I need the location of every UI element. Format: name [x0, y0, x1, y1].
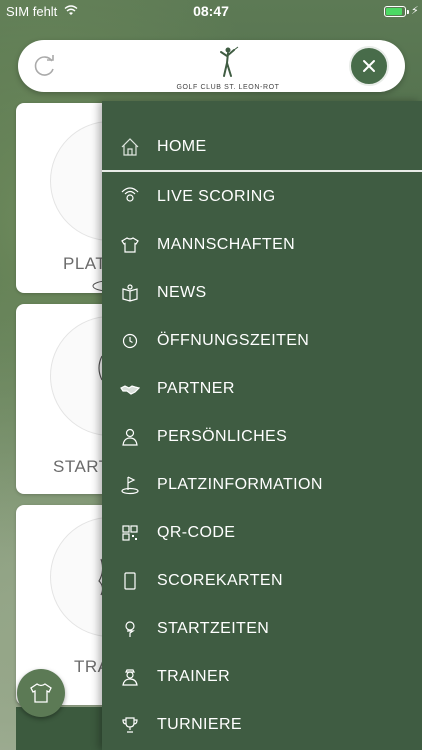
- shirt-icon: [121, 237, 139, 253]
- close-menu-button[interactable]: [349, 46, 389, 86]
- tee-icon: [125, 621, 135, 637]
- handshake-icon: [120, 385, 140, 395]
- qr-code-icon: [122, 525, 138, 541]
- charging-icon: ⚡: [411, 5, 419, 17]
- menu-label-live-scoring: LIVE SCORING: [157, 188, 276, 205]
- club-logo: GOLF CLUB ST. LEON-ROT: [168, 46, 288, 91]
- golfer-logo-icon: [220, 46, 239, 77]
- menu-label-startzeiten: STARTZEITEN: [157, 620, 270, 637]
- menu-label-oeffnungszeiten: ÖFFNUNGSZEITEN: [157, 332, 310, 349]
- menu-item-mannschaften[interactable]: MANNSCHAFTEN: [102, 221, 422, 269]
- menu-label-home: HOME: [157, 138, 207, 155]
- card-label: PLAT: [63, 254, 107, 273]
- battery-level: [386, 8, 403, 15]
- clock-icon: [122, 333, 138, 349]
- scorecard-icon: [124, 572, 136, 590]
- menu-item-partner[interactable]: PARTNER: [102, 365, 422, 413]
- menu-label-qr-code: QR-CODE: [157, 524, 236, 541]
- menu-item-news[interactable]: NEWS: [102, 269, 422, 317]
- menu-label-turniere: TURNIERE: [157, 716, 242, 733]
- live-scoring-icon: [121, 187, 139, 202]
- menu-item-platzinformation[interactable]: PLATZINFORMATION: [102, 461, 422, 509]
- trainer-icon: [122, 669, 138, 686]
- menu-label-persoenliches: PERSÖNLICHES: [157, 428, 288, 445]
- battery-icon: [384, 6, 409, 17]
- side-menu: HOME LIVE SCORING MANNSCHAFTEN NEWS ÖFFN…: [102, 101, 422, 750]
- menu-item-startzeiten[interactable]: STARTZEITEN: [102, 605, 422, 653]
- menu-item-qr-code[interactable]: QR-CODE: [102, 509, 422, 557]
- menu-item-persoenliches[interactable]: PERSÖNLICHES: [102, 413, 422, 461]
- close-icon: [363, 60, 375, 72]
- club-name: GOLF CLUB ST. LEON-ROT: [176, 84, 280, 91]
- status-bar: SIM fehlt 08:47 ⚡: [0, 0, 422, 22]
- menu-item-live-scoring[interactable]: LIVE SCORING: [102, 173, 422, 221]
- menu-item-oeffnungszeiten[interactable]: ÖFFNUNGSZEITEN: [102, 317, 422, 365]
- refresh-icon[interactable]: [32, 53, 58, 79]
- news-icon: [122, 284, 138, 302]
- trophy-icon: [122, 717, 138, 733]
- menu-item-turniere[interactable]: TURNIERE: [102, 701, 422, 749]
- team-fab-button[interactable]: [17, 669, 65, 717]
- menu-divider: [102, 170, 422, 172]
- menu-item-scorekarten[interactable]: SCOREKARTEN: [102, 557, 422, 605]
- home-icon: [121, 138, 139, 156]
- menu-item-home[interactable]: HOME: [102, 123, 422, 171]
- menu-label-scorekarten: SCOREKARTEN: [157, 572, 283, 589]
- flag-icon: [121, 476, 139, 495]
- menu-label-mannschaften: MANNSCHAFTEN: [157, 236, 296, 253]
- shirt-icon: [30, 683, 52, 703]
- menu-label-platzinformation: PLATZINFORMATION: [157, 476, 323, 493]
- menu-item-trainer[interactable]: TRAINER: [102, 653, 422, 701]
- app-header: GOLF CLUB ST. LEON-ROT: [18, 40, 405, 92]
- person-icon: [122, 428, 138, 446]
- status-time: 08:47: [193, 3, 229, 19]
- menu-label-trainer: TRAINER: [157, 668, 231, 685]
- menu-label-news: NEWS: [157, 284, 207, 301]
- menu-label-partner: PARTNER: [157, 380, 235, 397]
